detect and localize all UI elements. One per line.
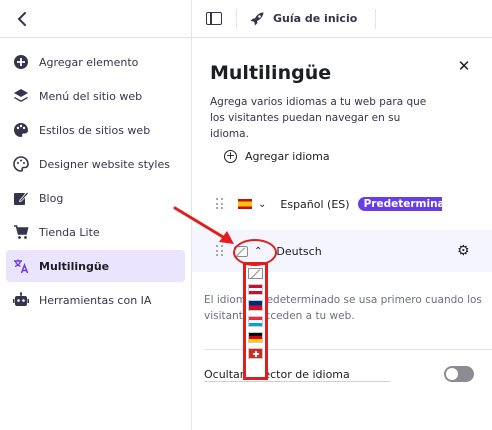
getting-started-label: Guía de inicio <box>273 12 358 25</box>
drag-handle-icon[interactable] <box>216 245 224 257</box>
sidebar-item-ai-tools[interactable]: Herramientas con IA <box>6 284 185 316</box>
label-underline <box>204 381 390 382</box>
palette-icon <box>12 121 30 139</box>
cart-icon <box>12 223 30 241</box>
back-arrow-icon[interactable] <box>14 10 32 28</box>
hide-selector-toggle[interactable] <box>444 366 474 382</box>
sidebar: Agregar elemento Menú del sitio web Esti… <box>0 0 192 430</box>
language-name: Deutsch <box>276 244 322 258</box>
toolbar-divider <box>375 8 377 29</box>
sidebar-item-add-element[interactable]: Agregar elemento <box>6 46 185 78</box>
liechtenstein-flag-icon[interactable] <box>248 300 263 311</box>
panel-title: Multilingüe <box>210 62 332 84</box>
translate-icon <box>12 257 30 275</box>
getting-started-button[interactable]: Guía de inicio <box>249 11 357 27</box>
default-badge: Predetermina <box>357 197 442 211</box>
add-language-label: Agregar idioma <box>245 150 330 163</box>
multilingual-panel: Multilingüe ✕ Agrega varios idiomas a tu… <box>192 38 492 430</box>
plus-circle-icon: + <box>224 149 237 163</box>
flag-dropdown <box>243 262 268 380</box>
sidebar-item-multilingual[interactable]: Multilingüe <box>6 250 185 282</box>
top-toolbar: Guía de inicio <box>192 0 492 38</box>
plus-circle-icon <box>12 53 30 71</box>
annotation-highlight-circle <box>233 239 277 266</box>
robot-icon <box>12 291 30 309</box>
sidebar-item-label: Menú del sitio web <box>39 89 143 103</box>
luxembourg-flag-icon[interactable] <box>248 316 263 327</box>
palette-icon <box>12 155 30 173</box>
sidebar-item-site-styles[interactable]: Estilos de sitios web <box>6 114 185 146</box>
spain-flag-icon <box>238 199 252 209</box>
drag-handle-icon[interactable] <box>216 198 224 210</box>
sidebar-item-store[interactable]: Tienda Lite <box>6 216 185 248</box>
austria-flag-icon[interactable] <box>248 284 263 295</box>
sidebar-item-label: Multilingüe <box>39 259 110 273</box>
sidebar-item-label: Designer website styles <box>39 157 170 171</box>
gear-icon[interactable]: ⚙ <box>457 243 470 259</box>
layers-icon <box>12 87 30 105</box>
sidebar-item-label: Herramientas con IA <box>39 293 152 307</box>
sidebar-item-site-menu[interactable]: Menú del sitio web <box>6 80 185 112</box>
sidebar-header <box>0 0 191 38</box>
sidebar-menu: Agregar elemento Menú del sitio web Esti… <box>0 38 191 316</box>
edit-icon <box>12 189 30 207</box>
language-name: Español (ES) <box>280 197 350 211</box>
sidebar-item-label: Blog <box>39 191 64 205</box>
add-language-button[interactable]: + Agregar idioma <box>224 150 330 163</box>
panel-description: Agrega varios idiomas a tu web para que … <box>210 96 427 140</box>
sidebar-item-blog[interactable]: Blog <box>6 182 185 214</box>
toolbar-divider <box>236 8 237 29</box>
switzerland-flag-icon[interactable] <box>248 348 263 359</box>
sidebar-item-designer-styles[interactable]: Designer website styles <box>6 148 185 180</box>
sidebar-toggle-icon[interactable] <box>206 12 222 25</box>
germany-flag-icon[interactable] <box>248 332 263 343</box>
language-row-spanish[interactable]: ⌄ Español (ES) Predetermina <box>192 184 492 224</box>
sidebar-item-label: Tienda Lite <box>39 225 100 239</box>
sidebar-item-label: Estilos de sitios web <box>39 123 151 137</box>
hide-selector-label: Ocultar selector de idioma <box>204 367 350 381</box>
rocket-icon <box>250 12 264 25</box>
sidebar-item-label: Agregar elemento <box>39 55 139 69</box>
chevron-down-icon[interactable]: ⌄ <box>258 199 266 210</box>
close-icon[interactable]: ✕ <box>456 58 472 74</box>
no-flag-option-icon[interactable] <box>248 268 263 279</box>
